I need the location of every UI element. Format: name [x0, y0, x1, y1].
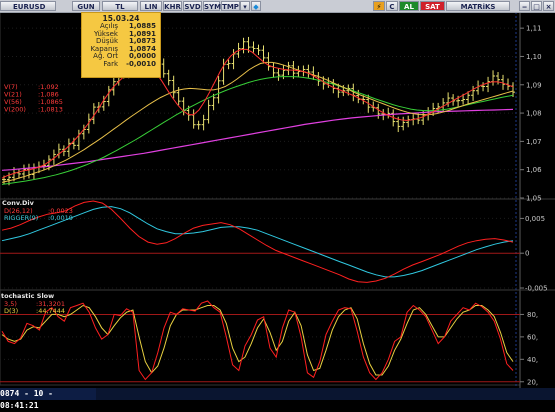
macd-tick-label: 0 [525, 250, 529, 258]
stoch-tick-label: 20, [527, 378, 538, 386]
toolbar-button-tmp[interactable]: TMP [221, 1, 240, 11]
toolbar-button-khr[interactable]: KHR [163, 1, 182, 11]
toolbar-button-gun[interactable]: GUN [72, 1, 100, 11]
macd-tick-label: 0,005 [525, 215, 545, 223]
tooltip-row: Fark -0,0010 [82, 59, 160, 69]
price-panel[interactable] [0, 11, 521, 200]
toolbar-button-lin[interactable]: LIN [140, 1, 162, 11]
macd-tick-label: -0,005 [525, 285, 548, 293]
tooltip-value: -0,0010 [126, 59, 156, 68]
toolbar-right-button-2[interactable]: AL [399, 1, 419, 11]
price-tick-label: 1,11 [526, 25, 542, 33]
status-bar: 0874 - 10 - 08:41:21 [0, 388, 555, 410]
stoch-tick-label: 40, [527, 356, 538, 364]
tooltip-rows: Açılış 1,0885 Yüksek 1,0891 Düşük 1,0873 Kapan… [82, 22, 160, 69]
stoch-legend-label: D(3) [4, 307, 18, 315]
price-tick-label: 1,05 [526, 195, 542, 203]
macd-panel[interactable] [0, 198, 521, 291]
price-tick-label: 1,06 [526, 166, 542, 174]
price-tick-label: 1,10 [526, 53, 542, 61]
toolbar-right-button-3[interactable]: SAT [420, 1, 445, 11]
tooltip-label: Fark [103, 59, 118, 68]
symbol-selector[interactable]: EURUSD [0, 1, 56, 11]
toolbar-right-button-1[interactable]: C [386, 1, 398, 11]
toolbar-right-button-4[interactable]: MATRiKS [446, 1, 510, 11]
toolbar-button-tl[interactable]: TL [102, 1, 138, 11]
twitter-icon[interactable]: ◆ [251, 1, 261, 11]
stoch-tick-label: 60, [527, 333, 538, 341]
minimize-icon[interactable]: ‒ [519, 1, 530, 11]
macd-title: Conv.Div [2, 199, 35, 207]
toolbar-button-svd[interactable]: SVD [183, 1, 202, 11]
stoch-legend-value: :44,7444 [36, 307, 65, 315]
ohlc-tooltip: 15.03.24 Açılış 1,0885 Yüksek 1,0891 Düşük 1,… [81, 12, 161, 78]
price-legend-value: :1,0813 [38, 106, 63, 114]
maximize-icon[interactable]: □ [531, 1, 542, 11]
price-legend-label: V(200) [4, 106, 26, 114]
dropdown-icon[interactable]: ▾ [240, 1, 250, 11]
price-tick-label: 1,09 [526, 81, 542, 89]
macd-legend-label: RIGGER(9) [4, 214, 38, 222]
close-icon[interactable]: × [543, 1, 554, 11]
toolbar-button-sym[interactable]: SYM [203, 1, 221, 11]
stoch-title: tochastic Slow [1, 292, 54, 300]
price-tick-label: 1,07 [526, 138, 542, 146]
price-tick-label: 1,08 [526, 110, 542, 118]
macd-legend-value: :0,0019 [48, 214, 73, 222]
toolbar-right-button-0[interactable]: ⚡ [373, 1, 385, 11]
status-time-readout: 0874 - 10 - 08:41:21 [0, 388, 96, 410]
stoch-panel[interactable] [0, 289, 521, 386]
stoch-tick-label: 80, [527, 311, 538, 319]
